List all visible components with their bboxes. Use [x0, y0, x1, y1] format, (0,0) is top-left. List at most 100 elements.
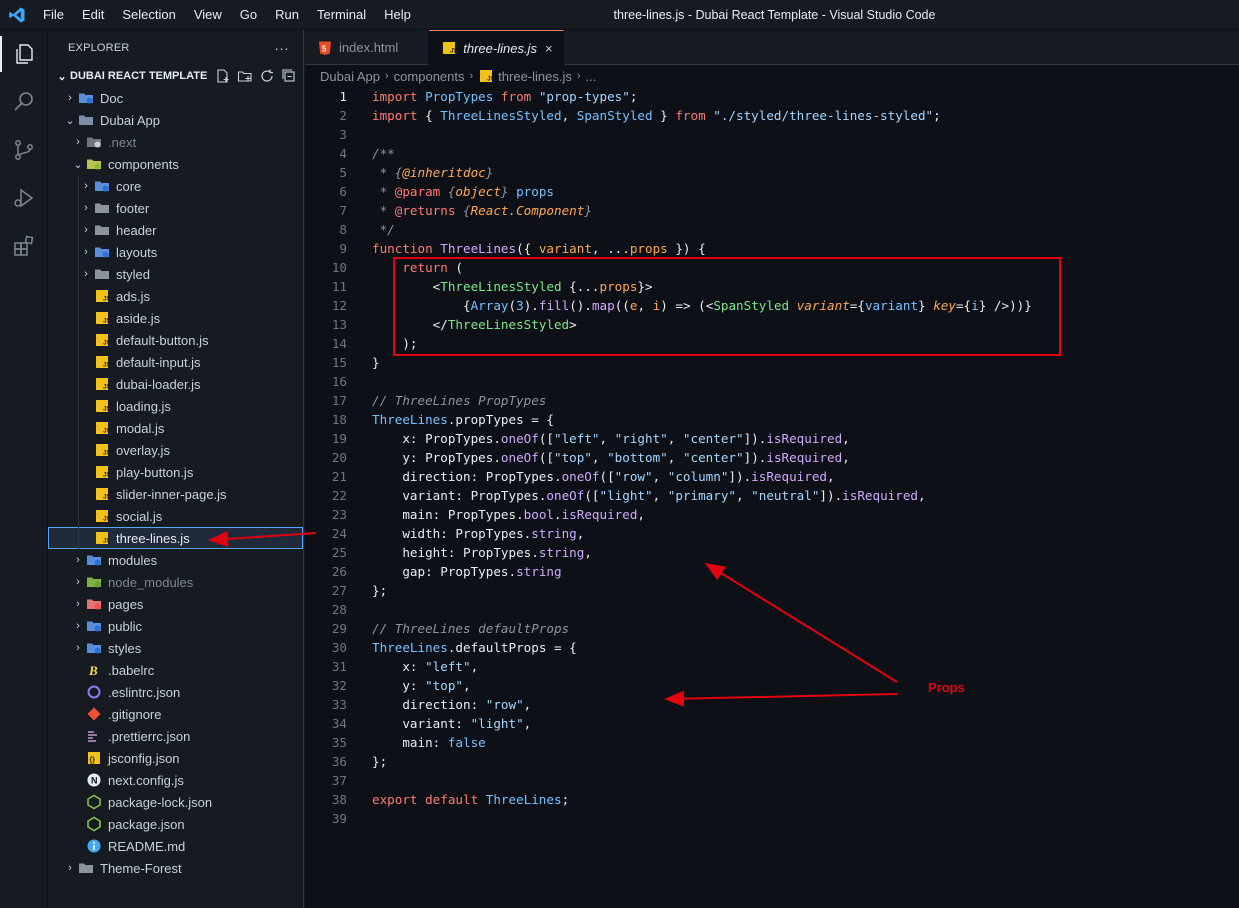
collapse-all-icon[interactable]	[281, 68, 297, 84]
tree-item-readme-md[interactable]: README.md	[48, 835, 303, 857]
tree-item-next-config-js[interactable]: Nnext.config.js	[48, 769, 303, 791]
search-icon[interactable]	[0, 78, 48, 126]
tree-item-components[interactable]: ⌄ components	[48, 153, 303, 175]
tree-item-pages[interactable]: › pages	[48, 593, 303, 615]
code-line: 18 ThreeLines.propTypes = {	[305, 410, 1239, 429]
explorer-more-button[interactable]: ···	[274, 40, 289, 56]
tree-item-label: footer	[116, 200, 150, 216]
tree-item-default-input-js[interactable]: JS default-input.js	[48, 351, 303, 373]
code-text: direction: PropTypes.oneOf(["row", "colu…	[372, 467, 834, 486]
tab-three-lines-js[interactable]: JS three-lines.js ×	[429, 30, 564, 65]
js-icon: JS	[94, 376, 110, 392]
menu-item-help[interactable]: Help	[375, 0, 420, 30]
breadcrumb-item[interactable]: Dubai App	[320, 69, 380, 84]
tree-item-three-lines-js[interactable]: JS three-lines.js	[48, 527, 303, 549]
js-icon: JS	[94, 398, 110, 414]
line-number: 15	[331, 355, 347, 370]
code-token: "top"	[554, 450, 592, 465]
source-control-icon[interactable]	[0, 126, 48, 174]
code-token: isRequired	[766, 431, 843, 446]
svg-text:N: N	[91, 776, 98, 786]
tree-item-package-json[interactable]: package.json	[48, 813, 303, 835]
code-token: ,	[667, 450, 683, 465]
tree-item-layouts[interactable]: › layouts	[48, 241, 303, 263]
code-line: 34 variant: "light",	[305, 714, 1239, 733]
extensions-icon[interactable]	[0, 222, 48, 270]
tree-item-core[interactable]: › core	[48, 175, 303, 197]
project-section-header[interactable]: ⌄ DUBAI REACT TEMPLATE	[48, 65, 303, 87]
code-text: import PropTypes from "prop-types";	[372, 87, 637, 106]
code-line: 38 export default ThreeLines;	[305, 790, 1239, 809]
tree-item-prettierrc-json[interactable]: .prettierrc.json	[48, 725, 303, 747]
tree-item-gitignore[interactable]: .gitignore	[48, 703, 303, 725]
code-line: 2 import { ThreeLinesStyled, SpanStyled }…	[305, 106, 1239, 125]
line-number: 37	[331, 773, 347, 788]
breadcrumb-item[interactable]: ...	[586, 69, 597, 84]
code-editor[interactable]: 1 import PropTypes from "prop-types"; 2 imp…	[305, 87, 1239, 908]
code-token: direction:	[372, 469, 486, 484]
tree-item-theme-forest[interactable]: › Theme-Forest	[48, 857, 303, 879]
code-text: direction: "row",	[372, 695, 531, 714]
tree-item-styled[interactable]: › styled	[48, 263, 303, 285]
tree-item-slider-inner-page-js[interactable]: JS slider-inner-page.js	[48, 483, 303, 505]
code-token: ([	[538, 431, 554, 446]
breadcrumb-item[interactable]: three-lines.js	[498, 69, 572, 84]
code-token: ]).	[728, 469, 752, 484]
tree-item-jsconfig-json[interactable]: {} jsconfig.json	[48, 747, 303, 769]
line-number: 19	[331, 431, 347, 446]
code-token: PropTypes.	[470, 488, 547, 503]
tree-item-dubai-app[interactable]: ⌄ Dubai App	[48, 109, 303, 131]
folder-next-icon	[86, 134, 102, 150]
line-number: 10	[331, 260, 347, 275]
tree-item-ads-js[interactable]: JS ads.js	[48, 285, 303, 307]
menu-item-file[interactable]: File	[34, 0, 73, 30]
tree-item-doc[interactable]: › Doc	[48, 87, 303, 109]
menu-item-selection[interactable]: Selection	[113, 0, 184, 30]
code-token: ,	[523, 697, 532, 712]
tree-item-label: next.config.js	[108, 772, 184, 788]
tree-item-package-lock-json[interactable]: package-lock.json	[48, 791, 303, 813]
menu-item-run[interactable]: Run	[266, 0, 308, 30]
menu-item-go[interactable]: Go	[231, 0, 266, 30]
tree-item-babelrc[interactable]: B .babelrc	[48, 659, 303, 681]
menu-item-terminal[interactable]: Terminal	[308, 0, 375, 30]
code-text: * @param {object} props	[372, 182, 554, 201]
folder-blue-icon	[94, 244, 110, 260]
menu-item-view[interactable]: View	[185, 0, 231, 30]
tree-item-header[interactable]: › header	[48, 219, 303, 241]
code-line: 22 variant: PropTypes.oneOf(["light", "p…	[305, 486, 1239, 505]
code-token: from	[500, 89, 539, 104]
explorer-icon[interactable]	[0, 30, 48, 78]
tree-item-modal-js[interactable]: JS modal.js	[48, 417, 303, 439]
tree-item-play-button-js[interactable]: JS play-button.js	[48, 461, 303, 483]
tab-index-html[interactable]: 5 index.html	[305, 30, 430, 65]
html-file-icon: 5	[317, 40, 333, 56]
tree-item-default-button-js[interactable]: JS default-button.js	[48, 329, 303, 351]
tree-item-aside-js[interactable]: JS aside.js	[48, 307, 303, 329]
code-line: 21 direction: PropTypes.oneOf(["row", "c…	[305, 467, 1239, 486]
tree-item-overlay-js[interactable]: JS overlay.js	[48, 439, 303, 461]
tree-item-node-modules[interactable]: › node_modules	[48, 571, 303, 593]
code-text: y: "top",	[372, 676, 470, 695]
run-debug-icon[interactable]	[0, 174, 48, 222]
tree-item-eslintrc-json[interactable]: .eslintrc.json	[48, 681, 303, 703]
tree-item-label: default-input.js	[116, 354, 201, 370]
tree-item-footer[interactable]: › footer	[48, 197, 303, 219]
new-file-icon[interactable]	[215, 68, 231, 84]
code-token: ,	[667, 431, 683, 446]
menu-item-edit[interactable]: Edit	[73, 0, 113, 30]
tree-item-social-js[interactable]: JS social.js	[48, 505, 303, 527]
refresh-icon[interactable]	[259, 68, 275, 84]
code-token: ]).	[819, 488, 843, 503]
tree-item-dubai-loader-js[interactable]: JS dubai-loader.js	[48, 373, 303, 395]
breadcrumb-item[interactable]: components	[394, 69, 465, 84]
tree-item-styles[interactable]: › styles	[48, 637, 303, 659]
tree-item-loading-js[interactable]: JS loading.js	[48, 395, 303, 417]
tree-item-public[interactable]: › public	[48, 615, 303, 637]
code-token: ([	[538, 450, 554, 465]
tree-item-next[interactable]: › .next	[48, 131, 303, 153]
new-folder-icon[interactable]	[237, 68, 253, 84]
tree-item-modules[interactable]: › modules	[48, 549, 303, 571]
chevron-right-icon: ›	[68, 862, 72, 874]
close-tab-icon[interactable]: ×	[545, 41, 553, 56]
